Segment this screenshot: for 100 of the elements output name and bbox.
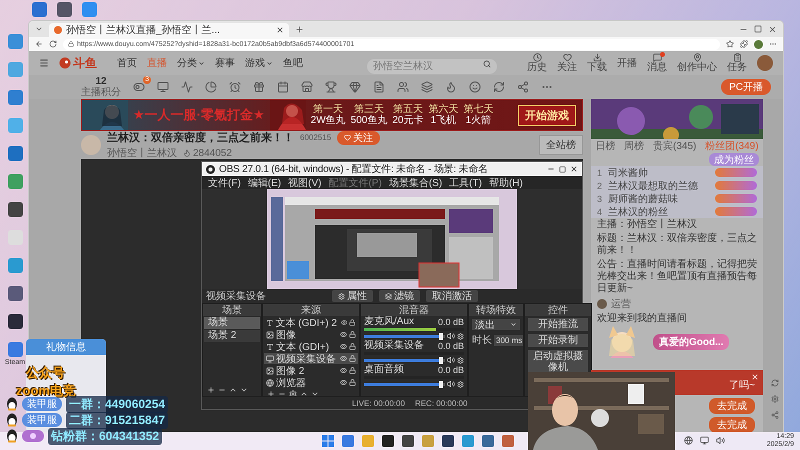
- deactivate-button[interactable]: 取消激活: [426, 290, 478, 302]
- close-icon[interactable]: [570, 165, 578, 173]
- menu-item[interactable]: 工具(T): [449, 176, 482, 190]
- lock-icon[interactable]: [349, 355, 356, 362]
- properties-button[interactable]: 属性: [332, 290, 373, 302]
- puzzle-icon[interactable]: [740, 40, 748, 48]
- speaker-icon[interactable]: [447, 380, 455, 388]
- ad-banner[interactable]: ★一人一服·零氪打金★ 第一天 2W鱼丸 第三天 500鱼丸 第五天 20元卡 第六天 1飞机 第七天 1火箭 开始游戏: [81, 99, 583, 131]
- duration-field[interactable]: 300 ms: [494, 334, 523, 346]
- refresh-icon[interactable]: [771, 379, 779, 387]
- gem-icon[interactable]: [349, 81, 361, 93]
- menu-item[interactable]: 文件(F): [208, 176, 241, 190]
- transition-select[interactable]: 淡出: [472, 319, 520, 330]
- header-link[interactable]: 开播: [617, 58, 637, 68]
- eye-icon[interactable]: [340, 343, 347, 350]
- new-tab-icon[interactable]: [295, 24, 304, 34]
- user-avatar[interactable]: [757, 55, 773, 71]
- nav-link[interactable]: 游戏: [245, 56, 273, 70]
- filters-button[interactable]: 滤镜: [379, 290, 420, 302]
- menu-item[interactable]: 帮助(H): [488, 176, 523, 190]
- close-icon[interactable]: [276, 26, 284, 34]
- nav-link[interactable]: 首页: [117, 56, 137, 70]
- layers-icon[interactable]: [421, 81, 433, 93]
- lock-icon[interactable]: [349, 367, 356, 374]
- move-up-icon[interactable]: [300, 390, 308, 396]
- eye-icon[interactable]: [340, 331, 347, 338]
- add-icon[interactable]: [267, 390, 275, 396]
- start-game-button[interactable]: 开始游戏: [518, 104, 576, 126]
- header-link[interactable]: 任务: [727, 53, 747, 73]
- complete-task-button[interactable]: 去完成: [709, 417, 755, 433]
- lock-icon[interactable]: [349, 331, 356, 338]
- control-button[interactable]: 启动虚拟摄像机: [528, 350, 588, 374]
- nav-link[interactable]: 鱼吧: [283, 56, 303, 70]
- control-button[interactable]: 开始推流: [528, 318, 588, 331]
- toggle-icon[interactable]: [133, 81, 145, 93]
- move-down-icon[interactable]: [240, 386, 248, 394]
- lock-icon[interactable]: [349, 343, 356, 350]
- windows-icon[interactable]: [322, 435, 334, 447]
- move-up-icon[interactable]: [229, 386, 237, 394]
- menu-item[interactable]: 场景集合(S): [388, 176, 442, 190]
- source-item[interactable]: 浏览器: [264, 377, 358, 388]
- nav-link[interactable]: 分类: [177, 56, 205, 70]
- eye-icon[interactable]: [340, 319, 348, 326]
- speaker-icon[interactable]: [447, 356, 455, 364]
- app-icon[interactable]: [57, 2, 72, 17]
- search-icon[interactable]: [483, 60, 491, 68]
- star-icon[interactable]: [726, 40, 734, 48]
- control-button[interactable]: 开始录制: [528, 334, 588, 347]
- move-down-icon[interactable]: [311, 390, 319, 396]
- caret-icon[interactable]: [35, 25, 43, 33]
- menu-item[interactable]: 视图(V): [288, 176, 322, 190]
- header-link[interactable]: 关注: [557, 53, 577, 73]
- speaker-icon[interactable]: [447, 332, 455, 340]
- chat-tab[interactable]: 贵宾(345): [653, 139, 696, 153]
- header-link[interactable]: 消息: [647, 53, 667, 73]
- speaker-icon[interactable]: [716, 436, 725, 445]
- store-icon[interactable]: [301, 81, 313, 93]
- add-icon[interactable]: [207, 386, 215, 394]
- header-link[interactable]: 历史: [527, 53, 547, 73]
- nav-link[interactable]: 赛事: [215, 56, 235, 70]
- rank-button[interactable]: 全站榜: [539, 135, 583, 155]
- complete-task-button[interactable]: 去完成: [709, 398, 755, 414]
- eye-icon[interactable]: [340, 367, 347, 374]
- monitor-icon[interactable]: [700, 436, 709, 445]
- pulse-icon[interactable]: [181, 81, 193, 93]
- app-icon[interactable]: [8, 286, 22, 301]
- source-item[interactable]: 文本 (GDI+) 2: [264, 317, 358, 328]
- search-field[interactable]: 孙悟空兰林汉: [367, 58, 497, 74]
- reload-icon[interactable]: [49, 40, 57, 48]
- source-item[interactable]: 视频采集设备: [264, 353, 358, 364]
- lock-icon[interactable]: [349, 319, 356, 326]
- document-icon[interactable]: [373, 81, 385, 93]
- pie-chart-icon[interactable]: [205, 81, 217, 93]
- menu-item[interactable]: 编辑(E): [248, 176, 282, 190]
- alarm-clock-icon[interactable]: [229, 81, 241, 93]
- smile-icon[interactable]: [469, 81, 481, 93]
- menu-icon[interactable]: [39, 58, 49, 68]
- app-icon[interactable]: [8, 202, 22, 217]
- scene-item[interactable]: 场景 2: [204, 330, 260, 342]
- share-icon[interactable]: [517, 81, 529, 93]
- trophy-icon[interactable]: [325, 81, 337, 93]
- back-icon[interactable]: [35, 40, 43, 48]
- globe-icon[interactable]: [684, 436, 693, 445]
- source-item[interactable]: 文本 (GDI+): [264, 341, 358, 352]
- refresh-icon[interactable]: [493, 81, 505, 93]
- lock-icon[interactable]: [349, 379, 356, 386]
- source-item[interactable]: 图像: [264, 329, 358, 340]
- source-item[interactable]: 图像 2: [264, 365, 358, 376]
- app-icon[interactable]: [382, 435, 394, 447]
- header-link[interactable]: 创作中心: [677, 53, 717, 73]
- eye-icon[interactable]: [340, 355, 347, 362]
- scene-item[interactable]: 场景: [204, 317, 260, 329]
- header-link[interactable]: 下载: [587, 53, 607, 73]
- calendar-icon[interactable]: [277, 81, 289, 93]
- eye-icon[interactable]: [340, 379, 347, 386]
- pc-live-button[interactable]: PC开播: [721, 79, 771, 95]
- browser-tab[interactable]: 孙悟空丨兰林汉直播_孙悟空丨兰...: [49, 23, 289, 37]
- profile-avatar[interactable]: [754, 40, 763, 48]
- follow-button[interactable]: 关注: [337, 130, 380, 144]
- chat-tab[interactable]: 日榜: [595, 139, 616, 153]
